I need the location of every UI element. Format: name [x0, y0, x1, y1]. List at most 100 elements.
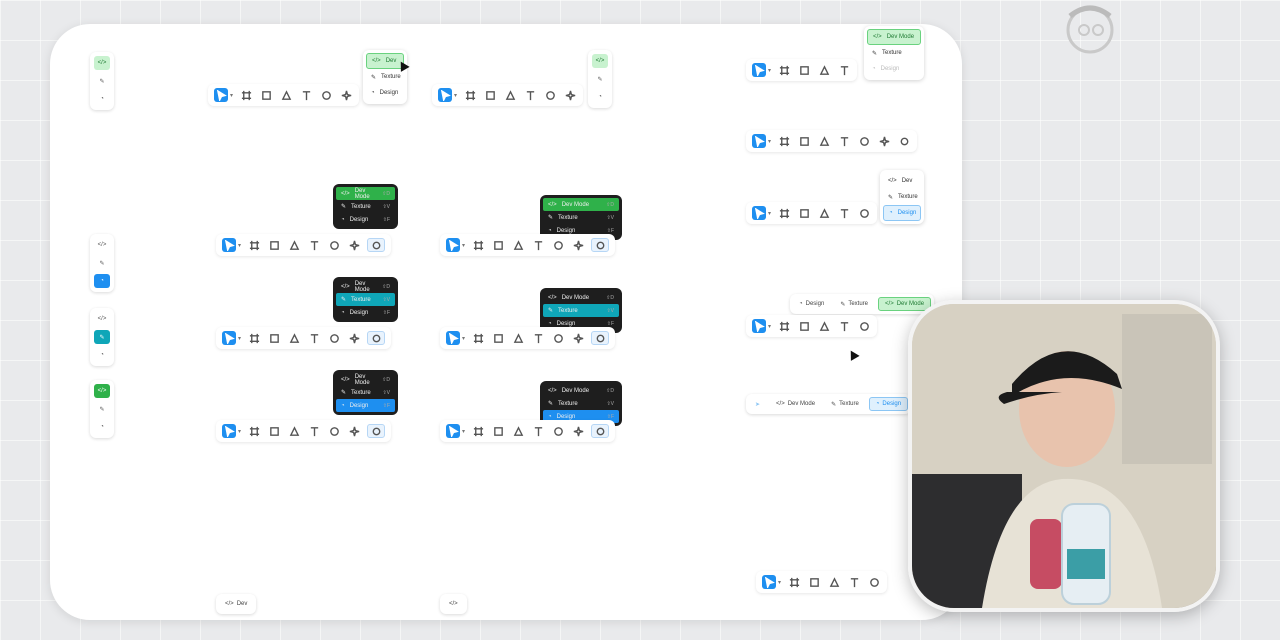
text-tool[interactable]	[523, 88, 537, 102]
segment-design[interactable]: ◔ Design	[793, 297, 830, 311]
comment-tool[interactable]	[543, 88, 557, 102]
menu-item-texture[interactable]: ✎ Texture	[883, 189, 921, 205]
actions-tool[interactable]	[571, 238, 585, 252]
pen-tool[interactable]	[279, 88, 293, 102]
mode-switch[interactable]	[591, 424, 610, 438]
rectangle-tool[interactable]	[797, 63, 811, 77]
pen-tool[interactable]	[511, 331, 525, 345]
move-tool[interactable]	[222, 424, 236, 438]
texture-option[interactable]: ✎	[94, 330, 110, 344]
menu-item-design[interactable]: ◔ Design	[366, 85, 404, 101]
rectangle-tool[interactable]	[483, 88, 497, 102]
comment-tool[interactable]	[857, 206, 871, 220]
menu-item-dev-mode[interactable]: </> Dev Mode ⇧D	[336, 280, 395, 293]
comment-tool[interactable]	[327, 424, 341, 438]
texture-option[interactable]: ✎	[94, 74, 110, 88]
move-tool[interactable]	[446, 424, 460, 438]
comment-tool[interactable]	[551, 424, 565, 438]
menu-item-dev[interactable]: </> Dev	[883, 173, 921, 189]
menu-item-design[interactable]: ◔ Design	[883, 205, 921, 221]
rectangle-tool[interactable]	[797, 134, 811, 148]
pen-tool[interactable]	[511, 424, 525, 438]
actions-tool[interactable]	[347, 331, 361, 345]
frame-tool[interactable]	[777, 63, 791, 77]
move-tool[interactable]	[214, 88, 228, 102]
comment-tool[interactable]	[327, 331, 341, 345]
move-tool[interactable]	[438, 88, 452, 102]
move-tool[interactable]	[446, 331, 460, 345]
segment-dev[interactable]: </> Dev	[219, 597, 253, 611]
comment-tool[interactable]	[551, 238, 565, 252]
menu-item-texture[interactable]: ✎ Texture	[867, 45, 921, 61]
comment-tool[interactable]	[551, 331, 565, 345]
rectangle-tool[interactable]	[267, 424, 281, 438]
text-tool[interactable]	[307, 331, 321, 345]
segment-dev[interactable]: </>	[443, 597, 464, 611]
text-tool[interactable]	[531, 424, 545, 438]
move-tool[interactable]	[446, 238, 460, 252]
frame-tool[interactable]	[471, 238, 485, 252]
menu-item-design[interactable]: ◔ Design ⇧F	[336, 213, 395, 226]
comment-tool[interactable]	[327, 238, 341, 252]
mode-switch[interactable]	[591, 331, 610, 345]
mode-switch[interactable]	[367, 238, 386, 252]
menu-item-design[interactable]: ◔ Design	[867, 61, 921, 77]
actions-tool[interactable]	[571, 331, 585, 345]
move-tool[interactable]	[222, 331, 236, 345]
comment-tool[interactable]	[867, 575, 881, 589]
frame-tool[interactable]	[777, 206, 791, 220]
menu-item-dev-mode[interactable]: </> Dev Mode ⇧D	[543, 291, 619, 304]
mode-switch[interactable]	[367, 331, 386, 345]
text-tool[interactable]	[299, 88, 313, 102]
frame-tool[interactable]	[471, 331, 485, 345]
pen-tool[interactable]	[817, 134, 831, 148]
comment-tool[interactable]	[857, 319, 871, 333]
pen-tool[interactable]	[511, 238, 525, 252]
text-tool[interactable]	[847, 575, 861, 589]
menu-item-texture[interactable]: ✎ Texture ⇧V	[336, 293, 395, 306]
dev-option[interactable]: </>	[592, 54, 608, 68]
text-tool[interactable]	[837, 134, 851, 148]
mode-switch[interactable]	[591, 238, 610, 252]
actions-tool[interactable]	[339, 88, 353, 102]
rectangle-tool[interactable]	[807, 575, 821, 589]
texture-option[interactable]: ✎	[94, 402, 110, 416]
menu-item-dev-mode[interactable]: </> Dev Mode ⇧D	[543, 198, 619, 211]
menu-item-design[interactable]: ◔ Design ⇧F	[336, 399, 395, 412]
text-tool[interactable]	[531, 238, 545, 252]
pen-tool[interactable]	[817, 319, 831, 333]
frame-tool[interactable]	[471, 424, 485, 438]
menu-item-texture[interactable]: ✎ Texture ⇧V	[543, 304, 619, 317]
pen-tool[interactable]	[287, 331, 301, 345]
rectangle-tool[interactable]	[267, 331, 281, 345]
pen-tool[interactable]	[817, 206, 831, 220]
rectangle-tool[interactable]	[491, 238, 505, 252]
menu-item-dev-mode[interactable]: </> Dev Mode	[867, 29, 921, 45]
frame-tool[interactable]	[239, 88, 253, 102]
text-tool[interactable]	[837, 319, 851, 333]
move-tool[interactable]	[752, 206, 766, 220]
menu-item-dev-mode[interactable]: </> Dev Mode ⇧D	[336, 187, 395, 200]
pen-tool[interactable]	[503, 88, 517, 102]
actions-tool[interactable]	[563, 88, 577, 102]
dev-option[interactable]: </>	[94, 384, 110, 398]
menu-item-texture[interactable]: ✎ Texture	[366, 69, 404, 85]
actions-tool[interactable]	[571, 424, 585, 438]
text-tool[interactable]	[837, 63, 851, 77]
frame-tool[interactable]	[463, 88, 477, 102]
frame-tool[interactable]	[777, 319, 791, 333]
design-option[interactable]: ◔	[592, 90, 608, 104]
segment-texture[interactable]: ✎ Texture	[825, 397, 865, 411]
frame-tool[interactable]	[777, 134, 791, 148]
design-option[interactable]: ◔	[94, 420, 110, 434]
texture-option[interactable]: ✎	[592, 72, 608, 86]
rectangle-tool[interactable]	[491, 424, 505, 438]
actions-tool[interactable]	[877, 134, 891, 148]
segment-move[interactable]: ➤	[749, 397, 766, 411]
rectangle-tool[interactable]	[491, 331, 505, 345]
design-option[interactable]: ◔	[94, 274, 110, 288]
menu-item-texture[interactable]: ✎ Texture ⇧V	[543, 211, 619, 224]
rectangle-tool[interactable]	[797, 319, 811, 333]
frame-tool[interactable]	[247, 424, 261, 438]
frame-tool[interactable]	[787, 575, 801, 589]
